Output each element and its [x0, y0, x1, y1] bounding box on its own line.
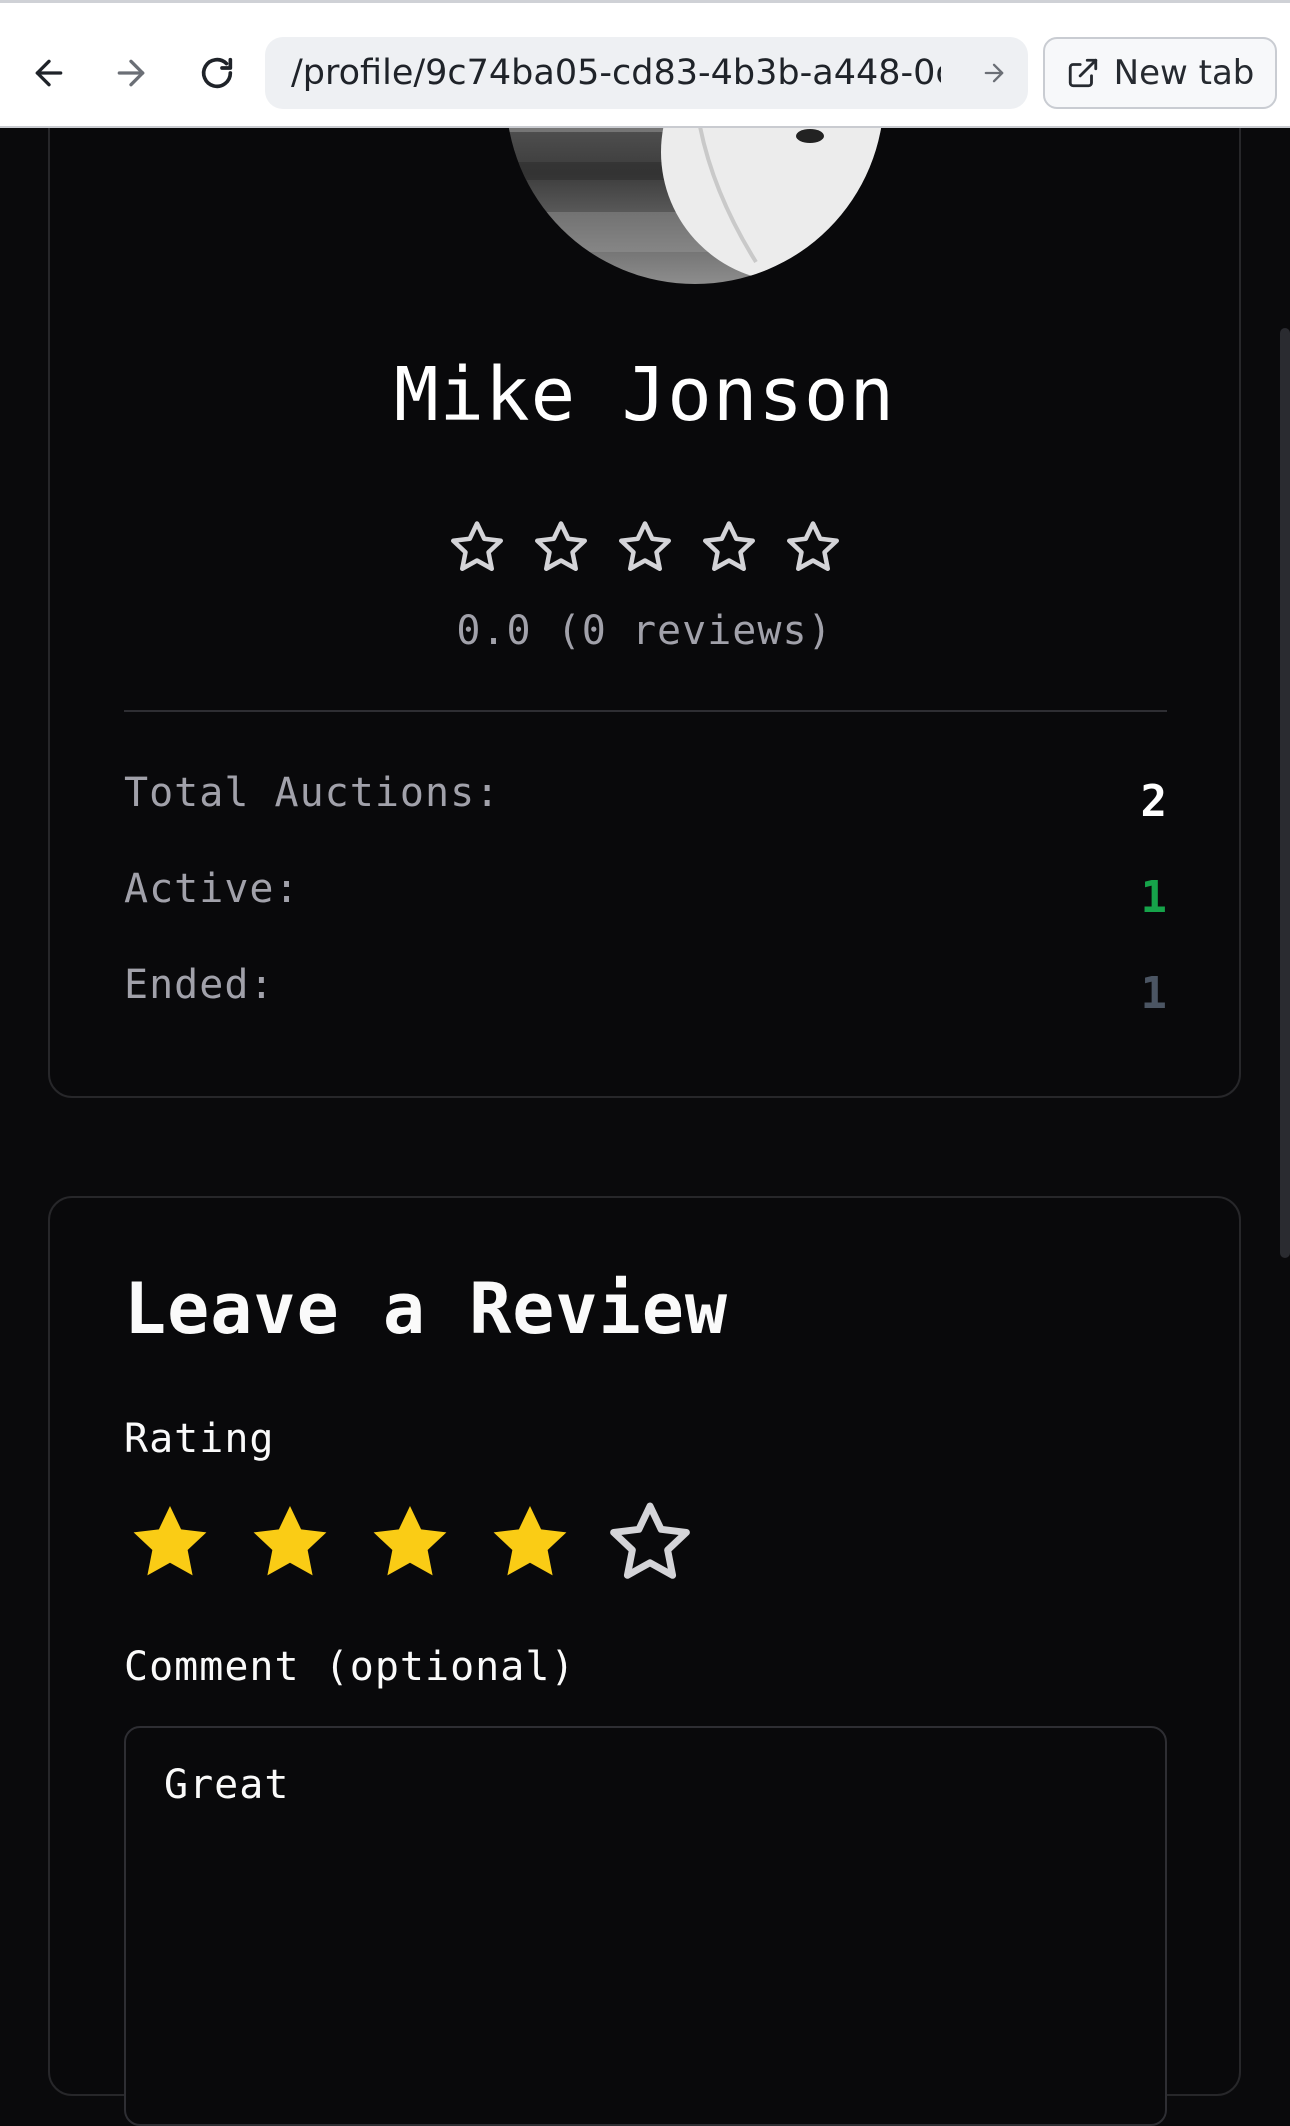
go-arrow-icon[interactable] [980, 59, 1008, 87]
forward-button[interactable] [96, 33, 166, 113]
stat-value-active: 1 [1140, 872, 1168, 923]
comment-textarea[interactable]: Great [124, 1726, 1167, 2126]
new-tab-button[interactable]: New tab [1043, 37, 1277, 109]
new-tab-label: New tab [1113, 53, 1255, 93]
stat-value-total: 2 [1140, 776, 1168, 827]
external-link-icon [1068, 58, 1097, 88]
stat-total-auctions: Total Auctions: 2 [124, 770, 1167, 830]
rating-star-2-filled-icon[interactable] [244, 1496, 336, 1588]
address-bar[interactable]: /profile/9c74ba05-cd83-4b3b-a448-0c0 [265, 37, 1028, 109]
back-button[interactable] [14, 33, 84, 113]
stat-value-ended: 1 [1140, 968, 1168, 1019]
profile-name: Mike Jonson [393, 352, 896, 438]
arrow-right-icon [117, 59, 145, 87]
stat-label-ended: Ended: [124, 962, 275, 1008]
rating-star-5-outline-icon[interactable] [604, 1496, 696, 1588]
rating-summary: 0.0 (0 reviews) [456, 608, 833, 654]
stat-label-total: Total Auctions: [124, 770, 501, 816]
profile-rating-stars [50, 517, 1239, 577]
stat-label-active: Active: [124, 866, 300, 912]
star-outline-icon [450, 521, 503, 571]
review-card: Leave a Review Rating Comment (optional)… [48, 1196, 1241, 2126]
star-outline-icon [534, 521, 587, 571]
review-title: Leave a Review [124, 1268, 729, 1350]
rating-star-4-filled-icon[interactable] [484, 1496, 576, 1588]
rating-star-3-filled-icon[interactable] [364, 1496, 456, 1588]
reload-icon [201, 57, 233, 89]
stat-active: Active: 1 [124, 866, 1167, 926]
divider [124, 710, 1167, 712]
url-text[interactable]: /profile/9c74ba05-cd83-4b3b-a448-0c0 [291, 53, 941, 93]
profile-card: Mike Jonson 0.0 (0 reviews) Total Auctio… [48, 60, 1241, 1098]
comment-label: Comment (optional) [124, 1644, 576, 1690]
reload-button[interactable] [182, 33, 252, 113]
rating-star-1-filled-icon[interactable] [124, 1496, 216, 1588]
stat-ended: Ended: 1 [124, 962, 1167, 1022]
arrow-left-icon [35, 59, 63, 87]
rating-label: Rating [124, 1416, 275, 1462]
browser-toolbar: /profile/9c74ba05-cd83-4b3b-a448-0c0 New… [0, 0, 1290, 128]
rating-input[interactable] [124, 1496, 696, 1588]
scrollbar[interactable] [1280, 328, 1290, 1258]
star-outline-icon [786, 521, 839, 571]
star-outline-icon [618, 521, 671, 571]
star-outline-icon [702, 521, 755, 571]
